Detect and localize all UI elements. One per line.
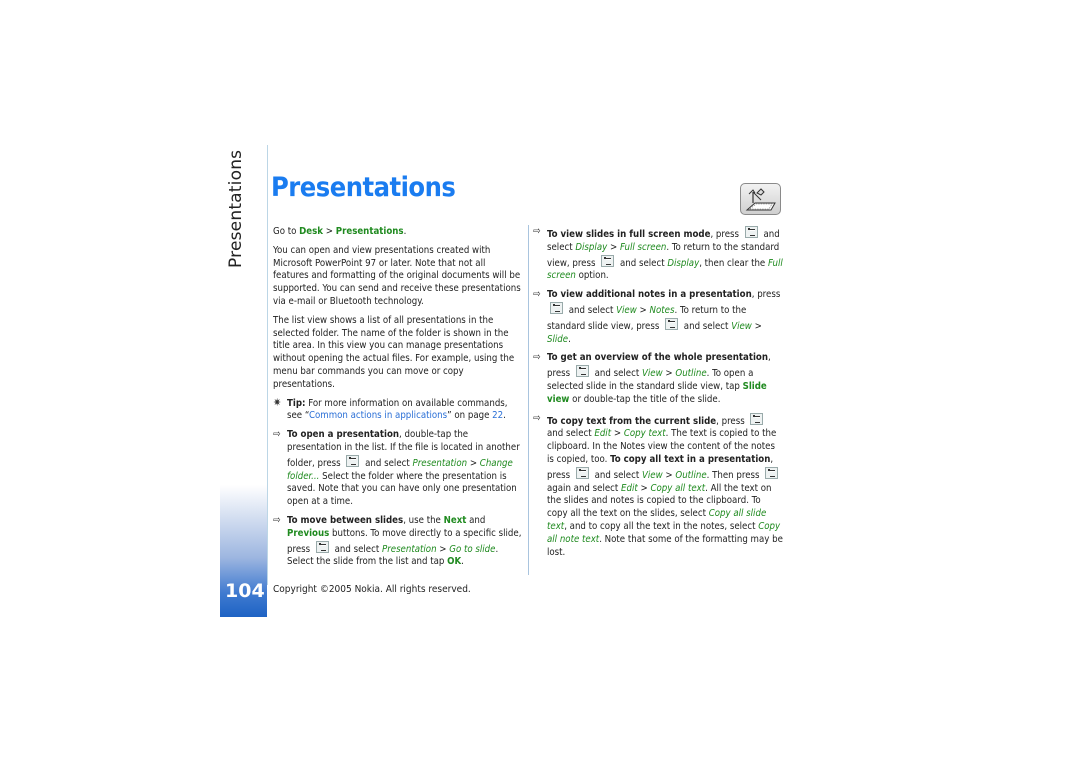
menu-key-icon <box>575 466 589 479</box>
page-title: Presentations <box>271 172 456 203</box>
goto-instruction: Go to Desk > Presentations. <box>273 226 407 237</box>
full-screen-step: ⇨ To view slides in full screen mode, pre… <box>533 226 783 282</box>
menu-key-icon <box>665 317 679 330</box>
step-arrow-icon: ⇨ <box>533 289 541 301</box>
section-side-title: Presentations <box>226 149 246 268</box>
menu-key-icon <box>346 454 360 467</box>
intro-paragraph: You can open and view presentations crea… <box>273 244 521 307</box>
step-arrow-icon: ⇨ <box>273 429 281 441</box>
step-arrow-icon: ⇨ <box>533 226 541 237</box>
step-arrow-icon: ⇨ <box>533 412 541 424</box>
presentations-projector-icon <box>740 183 781 215</box>
menu-key-icon <box>550 301 563 314</box>
page-22-link[interactable]: 22 <box>492 410 503 421</box>
menu-path-presentations: Presentations <box>335 226 404 237</box>
tip-paragraph: ✷ Tip: For more information on available … <box>273 395 508 422</box>
menu-key-icon <box>575 365 589 378</box>
menu-key-icon <box>765 466 779 479</box>
menu-path-desk: Desk <box>299 226 324 237</box>
page-number: 104 <box>225 580 265 602</box>
menu-key-icon <box>744 226 758 238</box>
menu-key-icon <box>601 254 615 267</box>
menu-key-icon <box>315 540 329 553</box>
move-slides-step: ⇨ To move between slides, use the Next an… <box>273 514 522 568</box>
list-view-paragraph: The list view shows a list of all presen… <box>273 314 515 390</box>
overview-step: ⇨ To get an overview of the whole present… <box>533 352 771 405</box>
menu-key-icon <box>750 412 764 425</box>
view-notes-step: ⇨ To view additional notes in a presentat… <box>533 289 781 345</box>
common-actions-link[interactable]: Common actions in applications <box>309 410 447 421</box>
column-divider <box>528 225 529 575</box>
tip-icon: ✷ <box>273 395 282 409</box>
left-column: Go to Desk > Presentations. You can open… <box>273 226 523 575</box>
open-presentation-step: ⇨ To open a presentation, double-tap the … <box>273 429 520 508</box>
copy-text-step: ⇨ To copy text from the current slide, pr… <box>533 412 783 558</box>
right-column: ⇨ To view slides in full screen mode, pre… <box>533 226 783 565</box>
copyright-footer: Copyright ©2005 Nokia. All rights reserv… <box>273 584 471 595</box>
left-margin-rule <box>267 145 268 585</box>
step-arrow-icon: ⇨ <box>533 352 541 364</box>
step-arrow-icon: ⇨ <box>273 514 281 526</box>
